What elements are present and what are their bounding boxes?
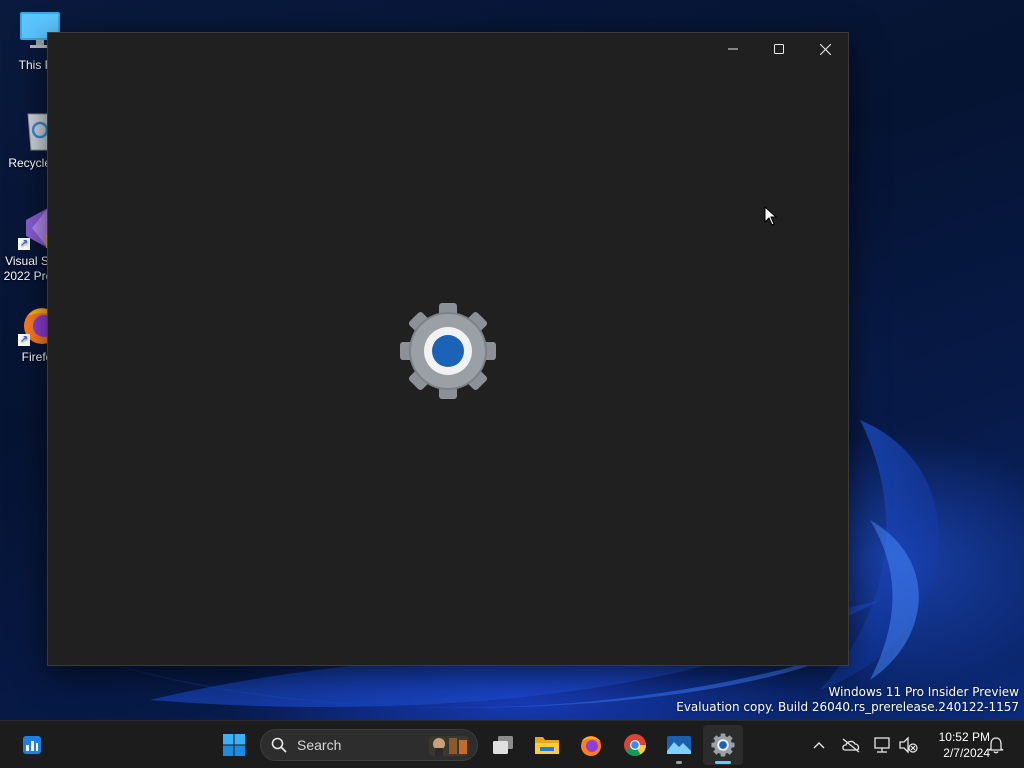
shortcut-arrow-icon: ↗ [18,238,30,250]
settings-icon [711,733,735,757]
firefox-icon [581,736,601,756]
photos-taskbar-button[interactable] [659,725,699,765]
widgets-icon [23,736,41,754]
title-bar[interactable] [710,33,848,65]
search-highlight-icon [429,736,469,756]
volume-muted-icon [899,736,918,754]
running-indicator [676,761,682,764]
maximize-icon [774,44,784,54]
minimize-button[interactable] [710,33,756,65]
onedrive-tray-button[interactable] [839,733,863,757]
settings-window[interactable] [47,32,849,666]
chevron-up-icon [813,742,825,749]
clock-date: 2/7/2024 [943,746,990,760]
watermark-line-1: Windows 11 Pro Insider Preview [828,685,1019,699]
chrome-taskbar-button[interactable] [615,725,655,765]
file-explorer-icon [535,737,559,754]
onedrive-offline-icon [842,738,860,753]
notifications-button[interactable] [984,733,1008,757]
watermark-line-2: Evaluation copy. Build 26040.rs_prerelea… [676,700,1019,714]
chrome-icon [624,734,646,756]
close-button[interactable] [802,33,848,65]
file-explorer-button[interactable] [527,725,567,765]
start-button[interactable] [214,725,254,765]
maximize-button[interactable] [756,33,802,65]
active-indicator [715,761,731,764]
network-icon [874,737,890,753]
widgets-button[interactable] [12,725,52,765]
gear-icon [400,303,496,399]
photos-icon [667,736,691,754]
search-icon [271,737,287,753]
shortcut-arrow-icon: ↗ [18,334,30,346]
evaluation-watermark: Windows 11 Pro Insider Preview Evaluatio… [676,685,1019,715]
task-view-button[interactable] [483,725,523,765]
search-placeholder: Search [297,737,342,753]
volume-tray-button[interactable] [896,733,920,757]
firefox-taskbar-button[interactable] [571,725,611,765]
show-hidden-icons-button[interactable] [807,733,831,757]
minimize-icon [728,48,738,50]
bell-icon [988,737,1004,754]
taskbar-search-box[interactable]: Search [260,729,478,761]
taskbar-clock[interactable]: 10:52 PM 2/7/2024 [922,729,990,761]
settings-taskbar-button[interactable] [703,725,743,765]
clock-time: 10:52 PM [938,730,990,744]
close-icon [819,43,831,55]
mouse-cursor-icon [764,206,778,226]
task-view-icon [493,736,513,754]
taskbar: Search 10:52 PM 2/7/2024 [0,720,1024,768]
network-tray-button[interactable] [870,733,894,757]
start-icon [223,734,245,756]
